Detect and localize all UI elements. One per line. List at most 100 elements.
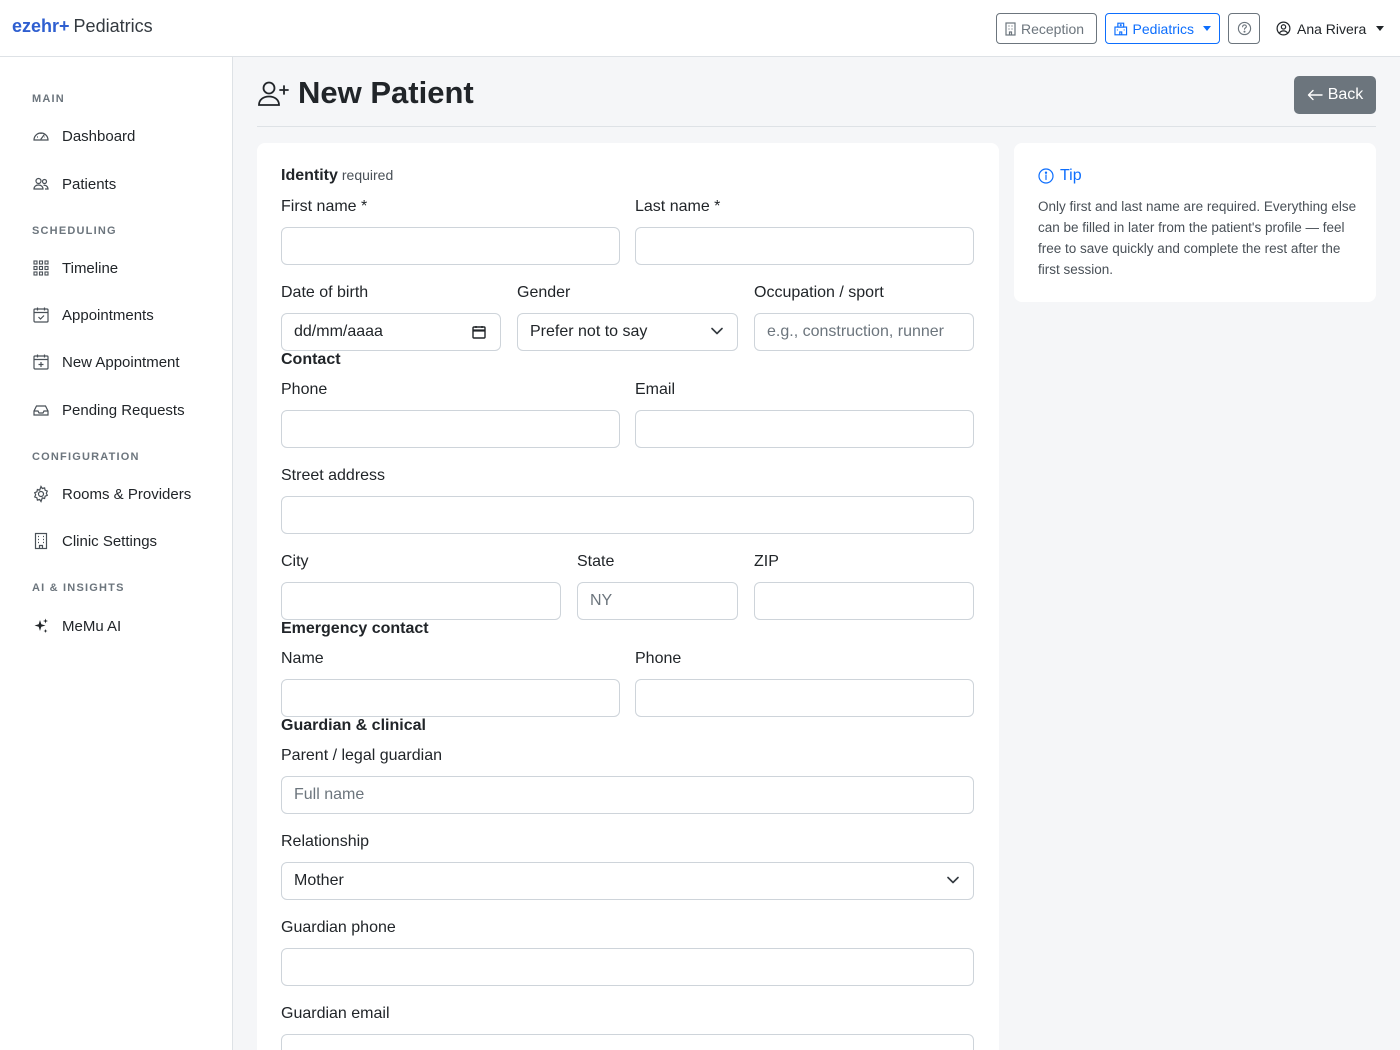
page-heading: New Patient [298,75,474,110]
sidebar-item-label: Appointments [62,306,154,324]
calendar-icon [472,326,486,339]
help-button[interactable] [1228,13,1260,44]
gear-icon [33,485,49,503]
identity-section-title: Identity required [281,167,393,185]
brand-logo: ezehr+ [12,16,70,36]
brand[interactable]: ezehr+ Pediatrics [12,16,153,37]
dob-placeholder: dd/mm/aaaa [294,323,383,340]
sidebar-item-pending-requests[interactable]: Pending Requests [32,398,185,422]
tip-text: Only first and last name are required. E… [1038,199,1357,277]
relationship-value: Mother [294,872,344,889]
guardian-name-input[interactable]: Full name [281,776,974,814]
last-name-input[interactable] [635,227,974,265]
user-circle-icon [1276,21,1291,36]
guardian-phone-input[interactable] [281,948,974,986]
caret-down-icon [1203,26,1211,31]
state-label: State [577,553,615,570]
sidebar-item-label: MeMu AI [62,617,122,635]
first-name-input[interactable] [281,227,620,265]
phone-input[interactable] [281,410,620,448]
people-icon [33,177,49,190]
email-input[interactable] [635,410,974,448]
sidebar-item-label: Patients [62,175,117,193]
sidebar-item-appointments[interactable]: Appointments [32,303,154,327]
city-input[interactable] [281,582,561,620]
new-patient-form: Identity required First name * Last name … [257,143,999,1050]
user-name: Ana Rivera [1297,20,1367,37]
back-button[interactable]: Back [1294,76,1376,114]
brand-subtitle: Pediatrics [73,16,153,36]
state-input[interactable]: NY [577,582,738,620]
page-title: New Patient [257,72,474,114]
guardian-phone-label: Guardian phone [281,919,396,936]
sparkles-icon [34,618,48,633]
occupation-label: Occupation / sport [754,284,884,301]
sidebar-item-rooms-providers[interactable]: Rooms & Providers [32,482,191,506]
sidebar-section-scheduling: SCHEDULING [32,225,117,237]
contact-section-title: Contact [281,351,341,368]
emergency-phone-label: Phone [635,650,682,667]
calendar-check-icon [33,307,49,323]
emergency-name-input[interactable] [281,679,620,717]
sidebar-item-clinic-settings[interactable]: Clinic Settings [32,529,157,553]
guardian-email-label: Guardian email [281,1005,390,1022]
chevron-down-icon [711,327,723,335]
inbox-icon [33,405,49,416]
sidebar-item-label: Rooms & Providers [62,485,192,503]
sidebar-item-new-appointment[interactable]: New Appointment [32,350,180,374]
guardian-section-title: Guardian & clinical [281,717,426,734]
gender-value: Prefer not to say [530,323,648,340]
caret-down-icon [1376,26,1385,31]
building-icon [1005,21,1016,36]
gender-label: Gender [517,284,571,301]
zip-input[interactable] [754,582,974,620]
arrow-left-icon [1307,89,1323,101]
gender-select[interactable]: Prefer not to say [517,313,738,351]
top-navbar: ezehr+ Pediatrics Reception Pediatrics An… [0,0,1400,57]
relationship-select[interactable]: Mother [281,862,974,900]
clinic-selector-dropdown[interactable]: Pediatrics [1105,13,1220,44]
last-name-label: Last name * [635,198,721,215]
reception-button[interactable]: Reception [996,13,1097,44]
identity-title: Identity [281,167,338,184]
header-divider [257,126,1376,127]
city-label: City [281,553,309,570]
emergency-section-title: Emergency contact [281,620,429,637]
question-circle-icon [1237,21,1251,36]
phone-label: Phone [281,381,328,398]
hospital-icon [1114,22,1128,35]
guardian-label: Parent / legal guardian [281,747,442,764]
sidebar-section-main: MAIN [32,93,65,105]
sidebar-item-memu-ai[interactable]: MeMu AI [32,614,121,638]
sidebar-item-dashboard[interactable]: Dashboard [32,124,135,148]
relationship-label: Relationship [281,833,370,850]
info-circle-icon [1038,168,1054,184]
clinic-label: Pediatrics [1132,20,1194,37]
dob-label: Date of birth [281,284,369,301]
sidebar-item-patients[interactable]: Patients [32,172,116,196]
sidebar-item-label: New Appointment [62,353,180,371]
back-label: Back [1327,86,1364,103]
required-note: required [341,167,394,183]
chevron-down-icon [947,876,959,884]
sidebar-item-timeline[interactable]: Timeline [32,256,118,280]
sidebar-item-label: Timeline [62,259,119,277]
zip-label: ZIP [754,553,779,570]
speedometer-icon [33,132,49,141]
tip-card: Tip Only first and last name are require… [1014,143,1376,302]
reception-label: Reception [1021,20,1085,37]
dob-input[interactable]: dd/mm/aaaa [281,313,501,351]
sidebar: MAIN Dashboard Patients SCHEDULING Timel… [0,57,233,1050]
sidebar-section-configuration: CONFIGURATION [32,451,140,463]
person-add-icon [258,81,289,106]
street-address-input[interactable] [281,496,974,534]
user-menu[interactable]: Ana Rivera [1268,13,1392,44]
emergency-phone-input[interactable] [635,679,974,717]
sidebar-section-ai-insights: AI & INSIGHTS [32,582,125,594]
occupation-input[interactable]: e.g., construction, runner [754,313,974,351]
sidebar-item-label: Dashboard [62,127,136,145]
grid-icon [33,260,49,276]
guardian-email-input[interactable] [281,1034,974,1050]
first-name-label: First name * [281,198,368,215]
tip-title-text: Tip [1060,167,1082,184]
